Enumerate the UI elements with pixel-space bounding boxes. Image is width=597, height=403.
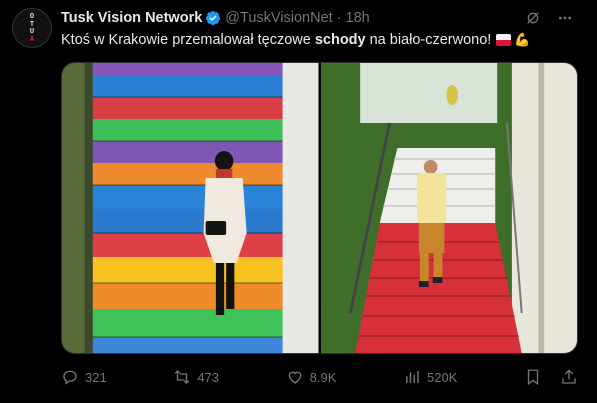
flexed-biceps-emoji: 💪	[514, 32, 531, 47]
secondary-actions	[524, 368, 578, 386]
tweet-header: Tusk Vision Network @TuskVisionNet · 18h	[61, 9, 370, 27]
header-actions	[525, 10, 573, 26]
post-time[interactable]: 18h	[346, 10, 370, 26]
verified-badge-icon[interactable]	[205, 10, 221, 26]
reply-button[interactable]: 321	[61, 368, 107, 386]
tweet-text-part-1: Ktoś w Krakowie przemalował tęczowe	[61, 32, 311, 48]
avatar-letter-4: A	[29, 34, 35, 43]
reply-icon	[63, 370, 77, 385]
repost-button[interactable]: 473	[173, 368, 219, 386]
tweet[interactable]: O T U A Tusk Vision Network @TuskVisionN…	[0, 0, 597, 403]
like-icon	[288, 371, 301, 384]
poland-flag-icon	[496, 34, 512, 46]
like-count: 8.9K	[309, 369, 337, 385]
tweet-text: Ktoś w Krakowie przemalował tęczowe scho…	[61, 32, 531, 48]
author-handle[interactable]: @TuskVisionNet	[225, 10, 332, 26]
repost-count: 473	[197, 369, 220, 385]
photo-red-white-stairs[interactable]	[320, 63, 577, 353]
views-button[interactable]: 520K	[403, 368, 457, 386]
separator-dot: ·	[336, 10, 342, 26]
bookmark-icon[interactable]	[524, 368, 542, 386]
reply-count: 321	[85, 369, 107, 385]
grok-icon[interactable]	[525, 10, 541, 26]
like-button[interactable]: 8.9K	[286, 368, 337, 386]
views-icon	[405, 371, 419, 383]
more-icon[interactable]	[557, 10, 573, 26]
tweet-text-part-2: na biało-czerwono!	[369, 32, 492, 48]
tweet-actions: 321 473 8.9K 520K	[61, 368, 578, 386]
repost-icon	[175, 370, 190, 384]
media-grid[interactable]	[61, 62, 578, 354]
author-name[interactable]: Tusk Vision Network	[61, 10, 202, 26]
views-count: 520K	[426, 369, 458, 385]
avatar[interactable]: O T U A	[12, 8, 52, 48]
photo-rainbow-stairs[interactable]	[62, 63, 319, 353]
tweet-text-bold: schody	[314, 32, 366, 48]
share-icon[interactable]	[560, 368, 578, 386]
